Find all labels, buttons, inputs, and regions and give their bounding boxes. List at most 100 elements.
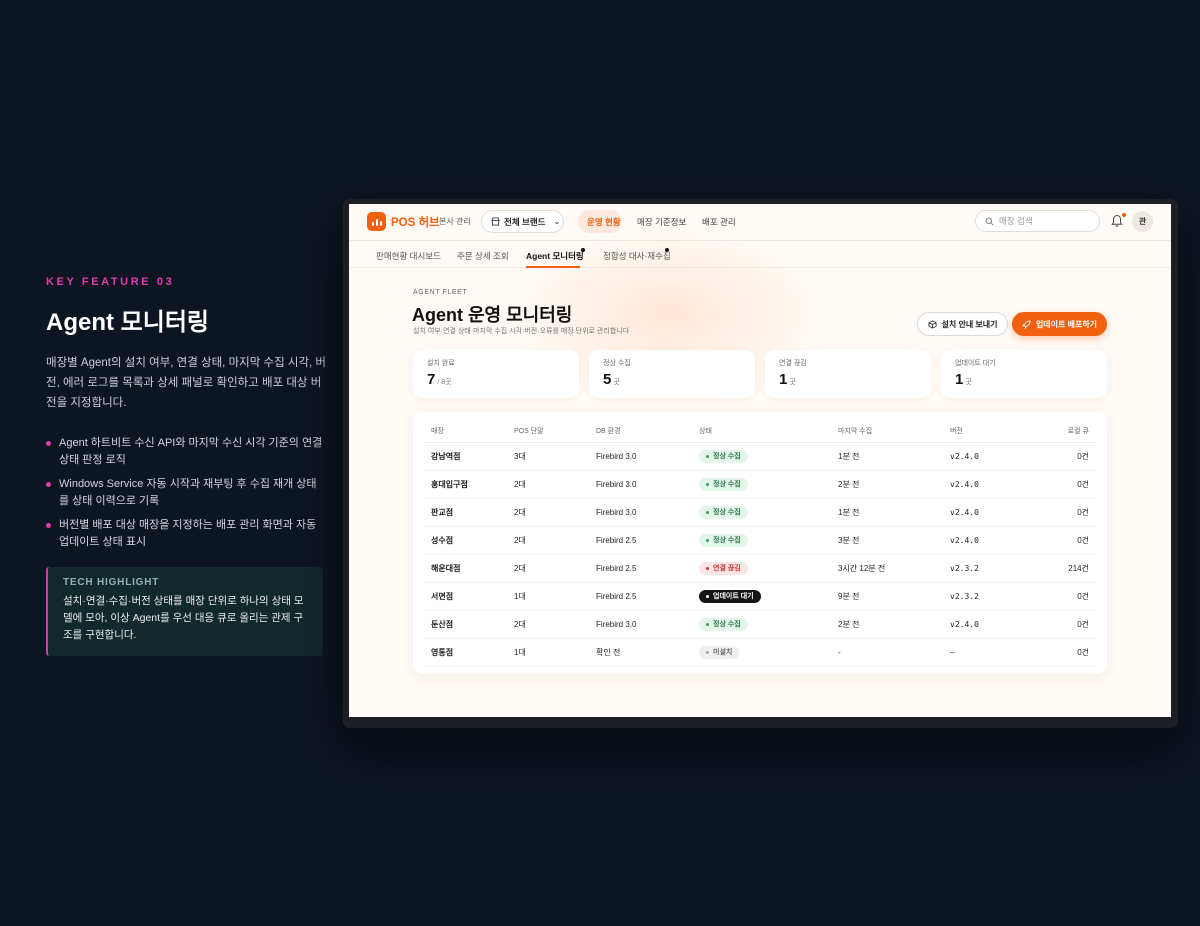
cell-store: 해운대점 bbox=[423, 554, 514, 583]
feature-panel: KEY FEATURE 03 Agent 모니터링 매장별 Agent의 설치 … bbox=[46, 276, 326, 656]
agent-table-card: 매장 POS 단말 DB 환경 상태 마지막 수집 버전 로컬 큐 강남역점 3대… bbox=[413, 412, 1107, 674]
tab-order-detail[interactable]: 주문 상세 조회 bbox=[457, 250, 509, 262]
tab-reconciliation[interactable]: 정합성 대사·재수집 bbox=[603, 250, 671, 262]
cell-version: v2.3.2 bbox=[950, 582, 1040, 611]
page-subtitle: 설치 여부·연결 상태·마지막 수집 시각·버전·오류를 매장 단위로 관리합니… bbox=[413, 328, 630, 335]
cell-last-collected: 1분 전 bbox=[838, 498, 950, 527]
table-row[interactable]: 영통점 1대 확인 전 미설치 - –0건 bbox=[423, 638, 1097, 667]
cell-last-collected: 2분 전 bbox=[838, 610, 950, 639]
tab-sales-dashboard[interactable]: 판매현황 대시보드 bbox=[376, 250, 441, 262]
feature-bullets: Agent 하트비트 수신 API와 마지막 수신 시각 기준의 연결 상태 판… bbox=[46, 435, 326, 551]
cell-db: Firebird 3.0 bbox=[596, 498, 699, 527]
cell-version: v2.4.0 bbox=[950, 498, 1040, 527]
cell-pos: 1대 bbox=[514, 582, 596, 611]
status-badge: 미설치 bbox=[699, 645, 740, 659]
cell-local-queue: 0건 bbox=[1040, 582, 1097, 611]
table-row[interactable]: 해운대점 2대 Firebird 2.5 연결 끊김 3시간 12분 전 v2.3.2 21… bbox=[423, 554, 1097, 583]
cell-local-queue: 0건 bbox=[1040, 526, 1097, 555]
tech-highlight-text: 설치·연결·수집·버전 상태를 매장 단위로 하나의 상태 모델에 모아, 이상… bbox=[63, 595, 304, 641]
cell-version: v2.4.0 bbox=[950, 442, 1040, 471]
feature-description: 매장별 Agent의 설치 여부, 연결 상태, 마지막 수집 시각, 버전, … bbox=[46, 357, 326, 409]
column-header-status[interactable]: 상태 bbox=[699, 420, 838, 443]
page-title: Agent 운영 모니터링 bbox=[412, 305, 573, 325]
tab-agent-monitoring[interactable]: Agent 모니터링 bbox=[526, 250, 584, 262]
stat-card-disconnected: 연결 끊김 1곳 bbox=[765, 350, 931, 398]
cell-last-collected: - bbox=[838, 638, 950, 667]
cell-db: Firebird 2.5 bbox=[596, 554, 699, 583]
cell-status: 정상 수집 bbox=[699, 610, 838, 639]
cell-status: 정상 수집 bbox=[699, 526, 838, 555]
cell-db: Firebird 2.5 bbox=[596, 582, 699, 611]
cell-local-queue: 0건 bbox=[1040, 638, 1097, 667]
status-badge: 정상 수집 bbox=[699, 505, 748, 519]
search-placeholder: 매장 검색 bbox=[999, 216, 1033, 226]
stat-card-normal: 정상 수집 5곳 bbox=[589, 350, 755, 398]
table-row[interactable]: 성수점 2대 Firebird 2.5 정상 수집 3분 전 v2.4.0 0건 bbox=[423, 526, 1097, 555]
column-header-last-collected[interactable]: 마지막 수집 bbox=[838, 420, 950, 443]
table-row[interactable]: 서면점 1대 Firebird 2.5 업데이트 대기 9분 전 v2.3.2 0건 bbox=[423, 582, 1097, 611]
chevron-down-icon: ⌄ bbox=[553, 217, 561, 226]
search-input[interactable]: 매장 검색 bbox=[975, 210, 1100, 232]
feature-eyebrow: KEY FEATURE 03 bbox=[46, 276, 175, 288]
bar-chart-logo-icon[interactable] bbox=[367, 212, 386, 231]
cell-version: v2.4.0 bbox=[950, 610, 1040, 639]
column-header-version[interactable]: 버전 bbox=[950, 420, 1040, 443]
cell-local-queue: 0건 bbox=[1040, 470, 1097, 499]
nav-item-operations[interactable]: 운영 현황 bbox=[587, 216, 621, 228]
stat-card-update-pending: 업데이트 대기 1곳 bbox=[941, 350, 1107, 398]
rocket-icon bbox=[1021, 319, 1031, 329]
status-dot-icon bbox=[706, 538, 709, 542]
store-icon bbox=[491, 217, 500, 226]
brand-name[interactable]: POS 허브 bbox=[391, 214, 440, 230]
cell-pos: 2대 bbox=[514, 610, 596, 639]
feature-bullet: Windows Service 자동 시작과 재부팅 후 수집 재개 상태를 상… bbox=[46, 476, 326, 510]
table-row[interactable]: 판교점 2대 Firebird 3.0 정상 수집 1분 전 v2.4.0 0건 bbox=[423, 498, 1097, 527]
status-dot-icon bbox=[706, 482, 709, 486]
cell-store: 강남역점 bbox=[423, 442, 514, 471]
top-nav: POS 허브 본사 관리 전체 브랜드 ⌄ 운영 현황 매장 기준정보 배포 관… bbox=[349, 204, 1171, 240]
status-badge: 업데이트 대기 bbox=[699, 589, 761, 603]
column-header-db[interactable]: DB 환경 bbox=[596, 420, 699, 443]
page-eyebrow: AGENT FLEET bbox=[413, 289, 468, 296]
tech-highlight: TECH HIGHLIGHT 설치·연결·수집·버전 상태를 매장 단위로 하나… bbox=[46, 567, 323, 656]
brand-select[interactable]: 전체 브랜드 ⌄ bbox=[481, 210, 564, 233]
column-header-local-queue[interactable]: 로컬 큐 bbox=[1040, 420, 1097, 443]
box-icon bbox=[928, 319, 937, 329]
cell-local-queue: 214건 bbox=[1040, 554, 1097, 583]
bullet-dot-icon bbox=[46, 523, 51, 528]
table-row[interactable]: 둔산점 2대 Firebird 3.0 정상 수집 2분 전 v2.4.0 0건 bbox=[423, 610, 1097, 639]
cell-local-queue: 0건 bbox=[1040, 498, 1097, 527]
feature-title: Agent 모니터링 bbox=[46, 309, 209, 336]
status-badge: 정상 수집 bbox=[699, 449, 748, 463]
cell-status: 업데이트 대기 bbox=[699, 582, 838, 611]
tab-indicator-dot bbox=[665, 248, 669, 252]
deploy-update-button[interactable]: 업데이트 배포하기 bbox=[1012, 312, 1107, 336]
cell-pos: 2대 bbox=[514, 554, 596, 583]
nav-item-deploy[interactable]: 배포 관리 bbox=[702, 216, 736, 228]
tab-indicator-dot bbox=[581, 248, 585, 252]
table-row[interactable]: 강남역점 3대 Firebird 3.0 정상 수집 1분 전 v2.4.0 0건 bbox=[423, 442, 1097, 471]
device-frame: POS 허브 본사 관리 전체 브랜드 ⌄ 운영 현황 매장 기준정보 배포 관… bbox=[343, 199, 1178, 728]
status-dot-icon bbox=[706, 622, 709, 626]
cell-db: Firebird 3.0 bbox=[596, 610, 699, 639]
column-header-pos[interactable]: POS 단말 bbox=[514, 420, 596, 443]
cell-local-queue: 0건 bbox=[1040, 610, 1097, 639]
status-badge: 정상 수집 bbox=[699, 617, 748, 631]
feature-bullet: Agent 하트비트 수신 API와 마지막 수신 시각 기준의 연결 상태 판… bbox=[46, 435, 326, 469]
cell-version: v2.4.0 bbox=[950, 470, 1040, 499]
cell-store: 성수점 bbox=[423, 526, 514, 555]
search-icon bbox=[985, 217, 994, 225]
cell-db: 확인 전 bbox=[596, 638, 699, 667]
app-screen: POS 허브 본사 관리 전체 브랜드 ⌄ 운영 현황 매장 기준정보 배포 관… bbox=[349, 204, 1171, 717]
nav-item-store-master[interactable]: 매장 기준정보 bbox=[637, 216, 686, 228]
column-header-store[interactable]: 매장 bbox=[423, 420, 514, 443]
tab-active-underline bbox=[526, 266, 580, 268]
send-install-guide-button[interactable]: 설치 안내 보내기 bbox=[917, 312, 1008, 336]
cell-db: Firebird 2.5 bbox=[596, 526, 699, 555]
bell-icon[interactable] bbox=[1111, 214, 1123, 228]
notification-dot bbox=[1122, 213, 1126, 217]
cell-pos: 3대 bbox=[514, 442, 596, 471]
table-row[interactable]: 홍대입구점 2대 Firebird 3.0 정상 수집 2분 전 v2.4.0 0건 bbox=[423, 470, 1097, 499]
avatar[interactable]: 관 bbox=[1132, 211, 1153, 232]
cell-store: 영통점 bbox=[423, 638, 514, 667]
